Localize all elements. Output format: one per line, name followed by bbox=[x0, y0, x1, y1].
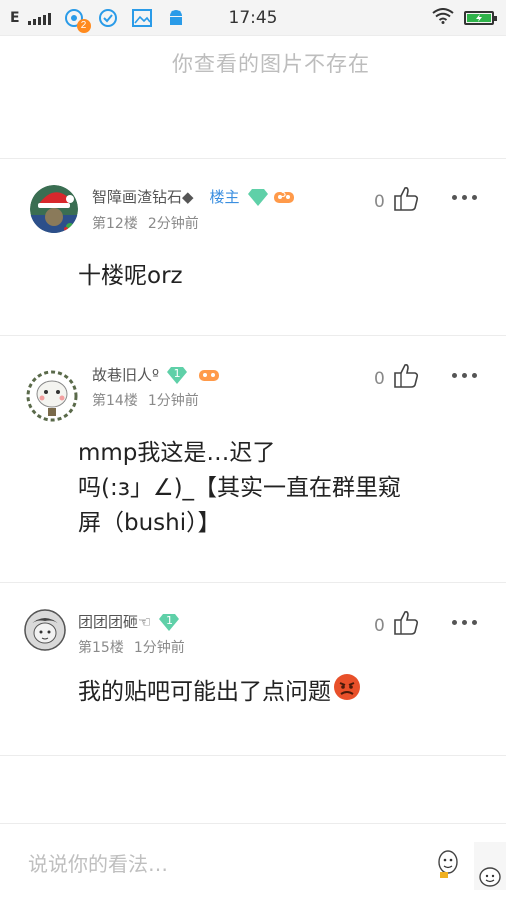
battery-icon bbox=[464, 11, 497, 25]
like-button[interactable]: 0 bbox=[374, 610, 421, 641]
level-gem-icon: 1 bbox=[167, 366, 188, 384]
sticker-button[interactable] bbox=[474, 842, 506, 890]
floor-number: 第14楼 bbox=[92, 393, 138, 409]
battery-level bbox=[467, 14, 491, 22]
chat-app-icon: 2 bbox=[63, 7, 91, 33]
post-time: 1分钟前 bbox=[133, 640, 185, 656]
more-options-button[interactable] bbox=[452, 373, 477, 378]
post-content-line: mmp我这是…迟了 bbox=[78, 440, 276, 466]
like-count: 0 bbox=[374, 191, 385, 212]
post-meta: 第15楼 1分钟前 bbox=[78, 637, 185, 657]
reply-bar: 说说你的看法… bbox=[0, 823, 506, 900]
level-gem-icon bbox=[247, 188, 268, 206]
status-bar-left: E 2 bbox=[10, 0, 187, 36]
post-content: mmp我这是…迟了 吗(:з」∠)_【其实一直在群里窥 屏（bushi）】 bbox=[78, 436, 401, 541]
notification-badge: 2 bbox=[76, 19, 91, 33]
avatar[interactable] bbox=[30, 185, 78, 233]
level-number: 1 bbox=[173, 366, 181, 380]
op-badge: 楼主 bbox=[209, 188, 240, 206]
image-icon bbox=[131, 7, 153, 29]
gamepad-icon bbox=[199, 368, 220, 382]
avatar[interactable] bbox=[26, 370, 78, 422]
emoji-button[interactable] bbox=[436, 850, 460, 884]
thumbs-up-icon bbox=[391, 610, 421, 641]
thumbs-up-icon bbox=[391, 186, 421, 217]
post-meta: 第14楼 1分钟前 bbox=[92, 390, 199, 410]
post-time: 2分钟前 bbox=[147, 216, 199, 232]
floor-number: 第15楼 bbox=[78, 640, 124, 656]
wifi-icon bbox=[432, 8, 454, 28]
username[interactable]: 故巷旧人º bbox=[92, 364, 159, 385]
status-bar-right bbox=[432, 0, 497, 36]
like-count: 0 bbox=[374, 368, 385, 389]
signal-icon bbox=[27, 11, 51, 25]
post-content-line: 吗(:з」∠)_【其实一直在群里窥 bbox=[78, 475, 402, 501]
angry-face-emoji-icon bbox=[333, 673, 361, 712]
author-row: 智障画渣钻石◆ 楼主 3 bbox=[92, 186, 294, 207]
post-content: 十楼呢orz bbox=[78, 259, 183, 294]
like-count: 0 bbox=[374, 615, 385, 636]
post-floor-15[interactable]: 团团团砸☜ 1 第15楼 1分钟前 0 我的贴吧可能出了点问题 bbox=[0, 583, 506, 755]
username[interactable]: 智障画渣钻石◆ bbox=[92, 186, 194, 207]
post-content-line: 十楼呢orz bbox=[78, 263, 183, 289]
level-gem-icon: 1 bbox=[159, 613, 180, 631]
floor-number: 第12楼 bbox=[92, 216, 138, 232]
author-row: 故巷旧人º 1 bbox=[92, 364, 220, 385]
level-number: 3 bbox=[279, 187, 287, 200]
post-floor-14[interactable]: 故巷旧人º 1 第14楼 1分钟前 0 mmp我这是…迟了 吗(:з」∠)_【其… bbox=[0, 336, 506, 582]
avatar[interactable] bbox=[24, 609, 66, 651]
missing-image-text: 你查看的图片不存在 bbox=[172, 52, 370, 76]
divider bbox=[0, 755, 506, 756]
level-number: 1 bbox=[165, 613, 173, 627]
check-circle-icon bbox=[97, 7, 119, 29]
thumbs-up-icon bbox=[391, 363, 421, 394]
status-bar: E 2 17:45 bbox=[0, 0, 506, 36]
missing-image-area: 你查看的图片不存在 bbox=[0, 36, 506, 158]
post-time: 1分钟前 bbox=[147, 393, 199, 409]
post-content: 我的贴吧可能出了点问题 bbox=[78, 673, 361, 712]
more-options-button[interactable] bbox=[452, 620, 477, 625]
like-button[interactable]: 0 bbox=[374, 363, 421, 394]
reply-bar-actions bbox=[436, 842, 506, 892]
author-row: 团团团砸☜ 1 bbox=[78, 611, 180, 632]
post-floor-12[interactable]: 智障画渣钻石◆ 楼主 3 第12楼 2分钟前 0 十楼呢orz bbox=[0, 159, 506, 335]
more-options-button[interactable] bbox=[452, 195, 477, 200]
like-button[interactable]: 0 bbox=[374, 186, 421, 217]
carrier-label: E bbox=[10, 10, 20, 26]
post-content-line: 屏（bushi）】 bbox=[78, 510, 221, 536]
username[interactable]: 团团团砸☜ bbox=[78, 611, 151, 632]
post-content-line: 我的贴吧可能出了点问题 bbox=[78, 679, 331, 705]
post-meta: 第12楼 2分钟前 bbox=[92, 213, 199, 233]
android-icon bbox=[165, 7, 187, 29]
reply-input[interactable]: 说说你的看法… bbox=[28, 848, 168, 877]
